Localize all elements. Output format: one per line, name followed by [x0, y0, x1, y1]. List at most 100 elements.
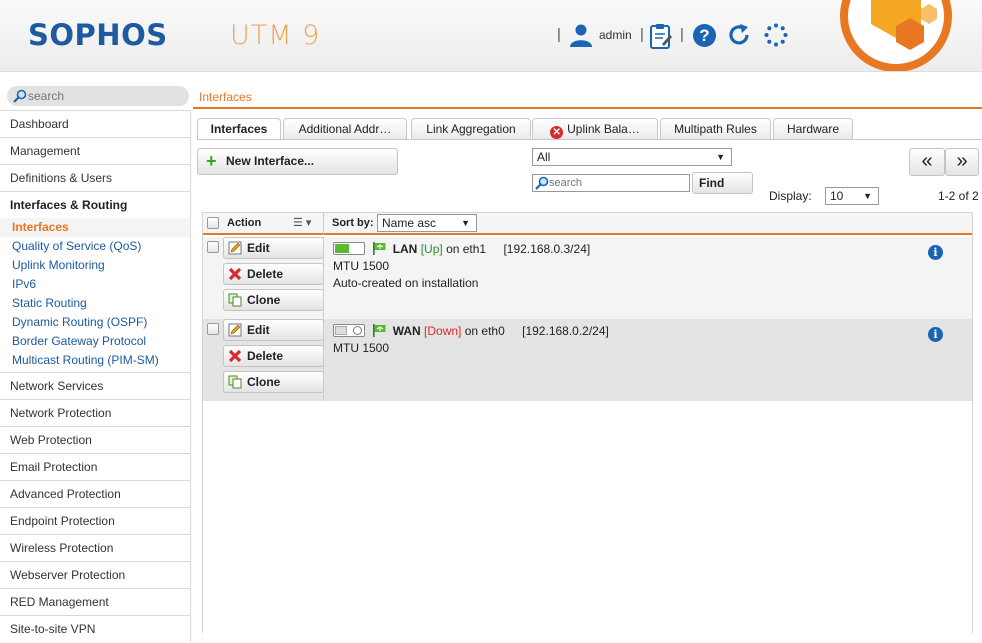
delete-label: Delete	[247, 267, 284, 281]
info-icon[interactable]: i	[928, 327, 943, 342]
clone-button[interactable]: Clone	[223, 371, 324, 393]
display-count-value: 10	[830, 189, 844, 203]
sidebar-item-network-services[interactable]: Network Services	[0, 372, 191, 399]
interface-address: [192.168.0.2/24]	[522, 324, 609, 338]
sort-value: Name asc	[382, 216, 437, 230]
help-icon[interactable]: ?	[693, 24, 716, 47]
interface-summary-line: LAN [Up] on eth1 [192.168.0.3/24]	[333, 241, 590, 258]
user-icon[interactable]	[569, 23, 593, 47]
clone-button[interactable]: Clone	[223, 289, 324, 311]
app-header: SOPHOS UTM 9 | admin | | ?	[0, 0, 982, 72]
tab-uplink-balancing[interactable]: ✕ Uplink Bala…	[532, 118, 658, 140]
user-name[interactable]: admin	[599, 28, 632, 42]
display-count-select[interactable]: 10 ▼	[825, 187, 879, 205]
interface-status: [Up]	[420, 242, 443, 256]
clipboard-icon[interactable]	[650, 23, 672, 49]
tab-underline	[197, 139, 982, 140]
sidebar-item-management[interactable]: Management	[0, 137, 191, 164]
interface-name: LAN	[392, 242, 418, 256]
sidebar-item-email-protection[interactable]: Email Protection	[0, 453, 191, 480]
header-separator: |	[640, 26, 644, 43]
plus-icon: +	[206, 151, 217, 171]
tab-label: Additional Addr…	[298, 122, 392, 136]
interface-mtu: MTU 1500	[333, 341, 390, 355]
search-icon	[535, 176, 549, 190]
select-all-checkbox[interactable]	[207, 217, 219, 229]
new-interface-label: New Interface...	[226, 154, 315, 168]
action-column-header: Action	[227, 217, 262, 229]
sidebar-item-webserver-protection[interactable]: Webserver Protection	[0, 561, 191, 588]
column-menu-icon[interactable]: ☰ ▾	[293, 216, 311, 229]
sophos-logo: SOPHOS	[28, 18, 168, 52]
sort-select[interactable]: Name asc ▼	[377, 214, 477, 232]
interface-summary-line: WAN [Down] on eth0 [192.168.0.2/24]	[333, 323, 609, 340]
interface-details: WAN [Down] on eth0 [192.168.0.2/24] MTU …	[333, 323, 609, 357]
list-header: Action ☰ ▾ Sort by: Name asc ▼	[203, 213, 972, 235]
sidebar-item-dashboard[interactable]: Dashboard	[0, 110, 191, 137]
interface-comment: Auto-created on installation	[333, 276, 479, 290]
row-checkbox[interactable]	[207, 323, 219, 335]
sidebar-subitem-uplink-monitoring[interactable]: Uplink Monitoring	[0, 256, 190, 275]
column-divider	[323, 213, 324, 235]
sidebar-subitem-qos[interactable]: Quality of Service (QoS)	[0, 237, 190, 256]
sidebar-subitem-multicast[interactable]: Multicast Routing (PIM-SM)	[0, 351, 190, 370]
edit-button[interactable]: Edit	[223, 319, 324, 341]
clone-label: Clone	[247, 293, 281, 307]
new-interface-button[interactable]: + New Interface...	[197, 148, 398, 175]
sidebar-item-interfaces-routing[interactable]: Interfaces & Routing	[0, 191, 191, 218]
sidebar-item-web-protection[interactable]: Web Protection	[0, 426, 191, 453]
delete-icon	[228, 349, 242, 363]
sidebar-search[interactable]	[7, 86, 189, 106]
breadcrumb: Interfaces	[199, 90, 252, 104]
sidebar-item-definitions-users[interactable]: Definitions & Users	[0, 164, 191, 191]
sidebar-subitem-static-routing[interactable]: Static Routing	[0, 294, 190, 313]
filter-search-input[interactable]	[549, 176, 687, 190]
sidebar-item-advanced-protection[interactable]: Advanced Protection	[0, 480, 191, 507]
tab-label: Hardware	[786, 122, 840, 136]
sidebar-subitem-interfaces[interactable]: Interfaces	[0, 218, 190, 237]
interface-address: [192.168.0.3/24]	[503, 242, 591, 256]
chevron-down-icon: ▼	[863, 191, 872, 201]
delete-button[interactable]: Delete	[223, 263, 324, 285]
filter-search-box[interactable]	[532, 174, 690, 192]
breadcrumb-divider	[193, 107, 982, 109]
edit-button[interactable]: Edit	[223, 237, 324, 259]
sidebar-item-network-protection[interactable]: Network Protection	[0, 399, 191, 426]
interface-name: WAN	[392, 324, 421, 338]
previous-page-button[interactable]: «	[909, 148, 945, 176]
row-checkbox[interactable]	[207, 241, 219, 253]
sidebar-subitem-ipv6[interactable]: IPv6	[0, 275, 190, 294]
enable-toggle[interactable]	[333, 242, 365, 255]
sort-by-label: Sort by:	[332, 217, 374, 229]
sidebar-item-site-to-site-vpn[interactable]: Site-to-site VPN	[0, 615, 191, 642]
spinner-icon	[764, 23, 788, 47]
error-icon: ✕	[550, 126, 564, 139]
enable-toggle[interactable]	[333, 324, 365, 337]
refresh-icon[interactable]	[727, 23, 751, 47]
tab-hardware[interactable]: Hardware	[773, 118, 853, 140]
chevron-down-icon: ▼	[461, 218, 470, 228]
tab-additional-addresses[interactable]: Additional Addr…	[283, 118, 407, 140]
delete-button[interactable]: Delete	[223, 345, 324, 367]
display-label: Display:	[769, 189, 812, 203]
edit-label: Edit	[247, 241, 270, 255]
sidebar-menu: Dashboard Management Definitions & Users…	[0, 110, 191, 642]
interface-status: [Down]	[424, 324, 462, 338]
tab-link-aggregation[interactable]: Link Aggregation	[411, 118, 531, 140]
sidebar-item-wireless-protection[interactable]: Wireless Protection	[0, 534, 191, 561]
find-button[interactable]: Find	[692, 172, 753, 194]
tab-interfaces[interactable]: Interfaces	[197, 118, 281, 140]
sidebar-search-input[interactable]	[28, 88, 178, 104]
next-page-button[interactable]: »	[945, 148, 979, 176]
interface-details: LAN [Up] on eth1 [192.168.0.3/24] MTU 15…	[333, 241, 590, 292]
sidebar-subitem-bgp[interactable]: Border Gateway Protocol	[0, 332, 190, 351]
sidebar-subitem-ospf[interactable]: Dynamic Routing (OSPF)	[0, 313, 190, 332]
filter-select[interactable]: All ▼	[532, 148, 732, 166]
sidebar-item-red-management[interactable]: RED Management	[0, 588, 191, 615]
info-icon[interactable]: i	[928, 245, 943, 260]
column-divider	[323, 237, 324, 319]
tab-multipath-rules[interactable]: Multipath Rules	[660, 118, 771, 140]
sidebar-submenu: Interfaces Quality of Service (QoS) Upli…	[0, 218, 191, 372]
sidebar-item-endpoint-protection[interactable]: Endpoint Protection	[0, 507, 191, 534]
edit-icon	[228, 323, 242, 337]
